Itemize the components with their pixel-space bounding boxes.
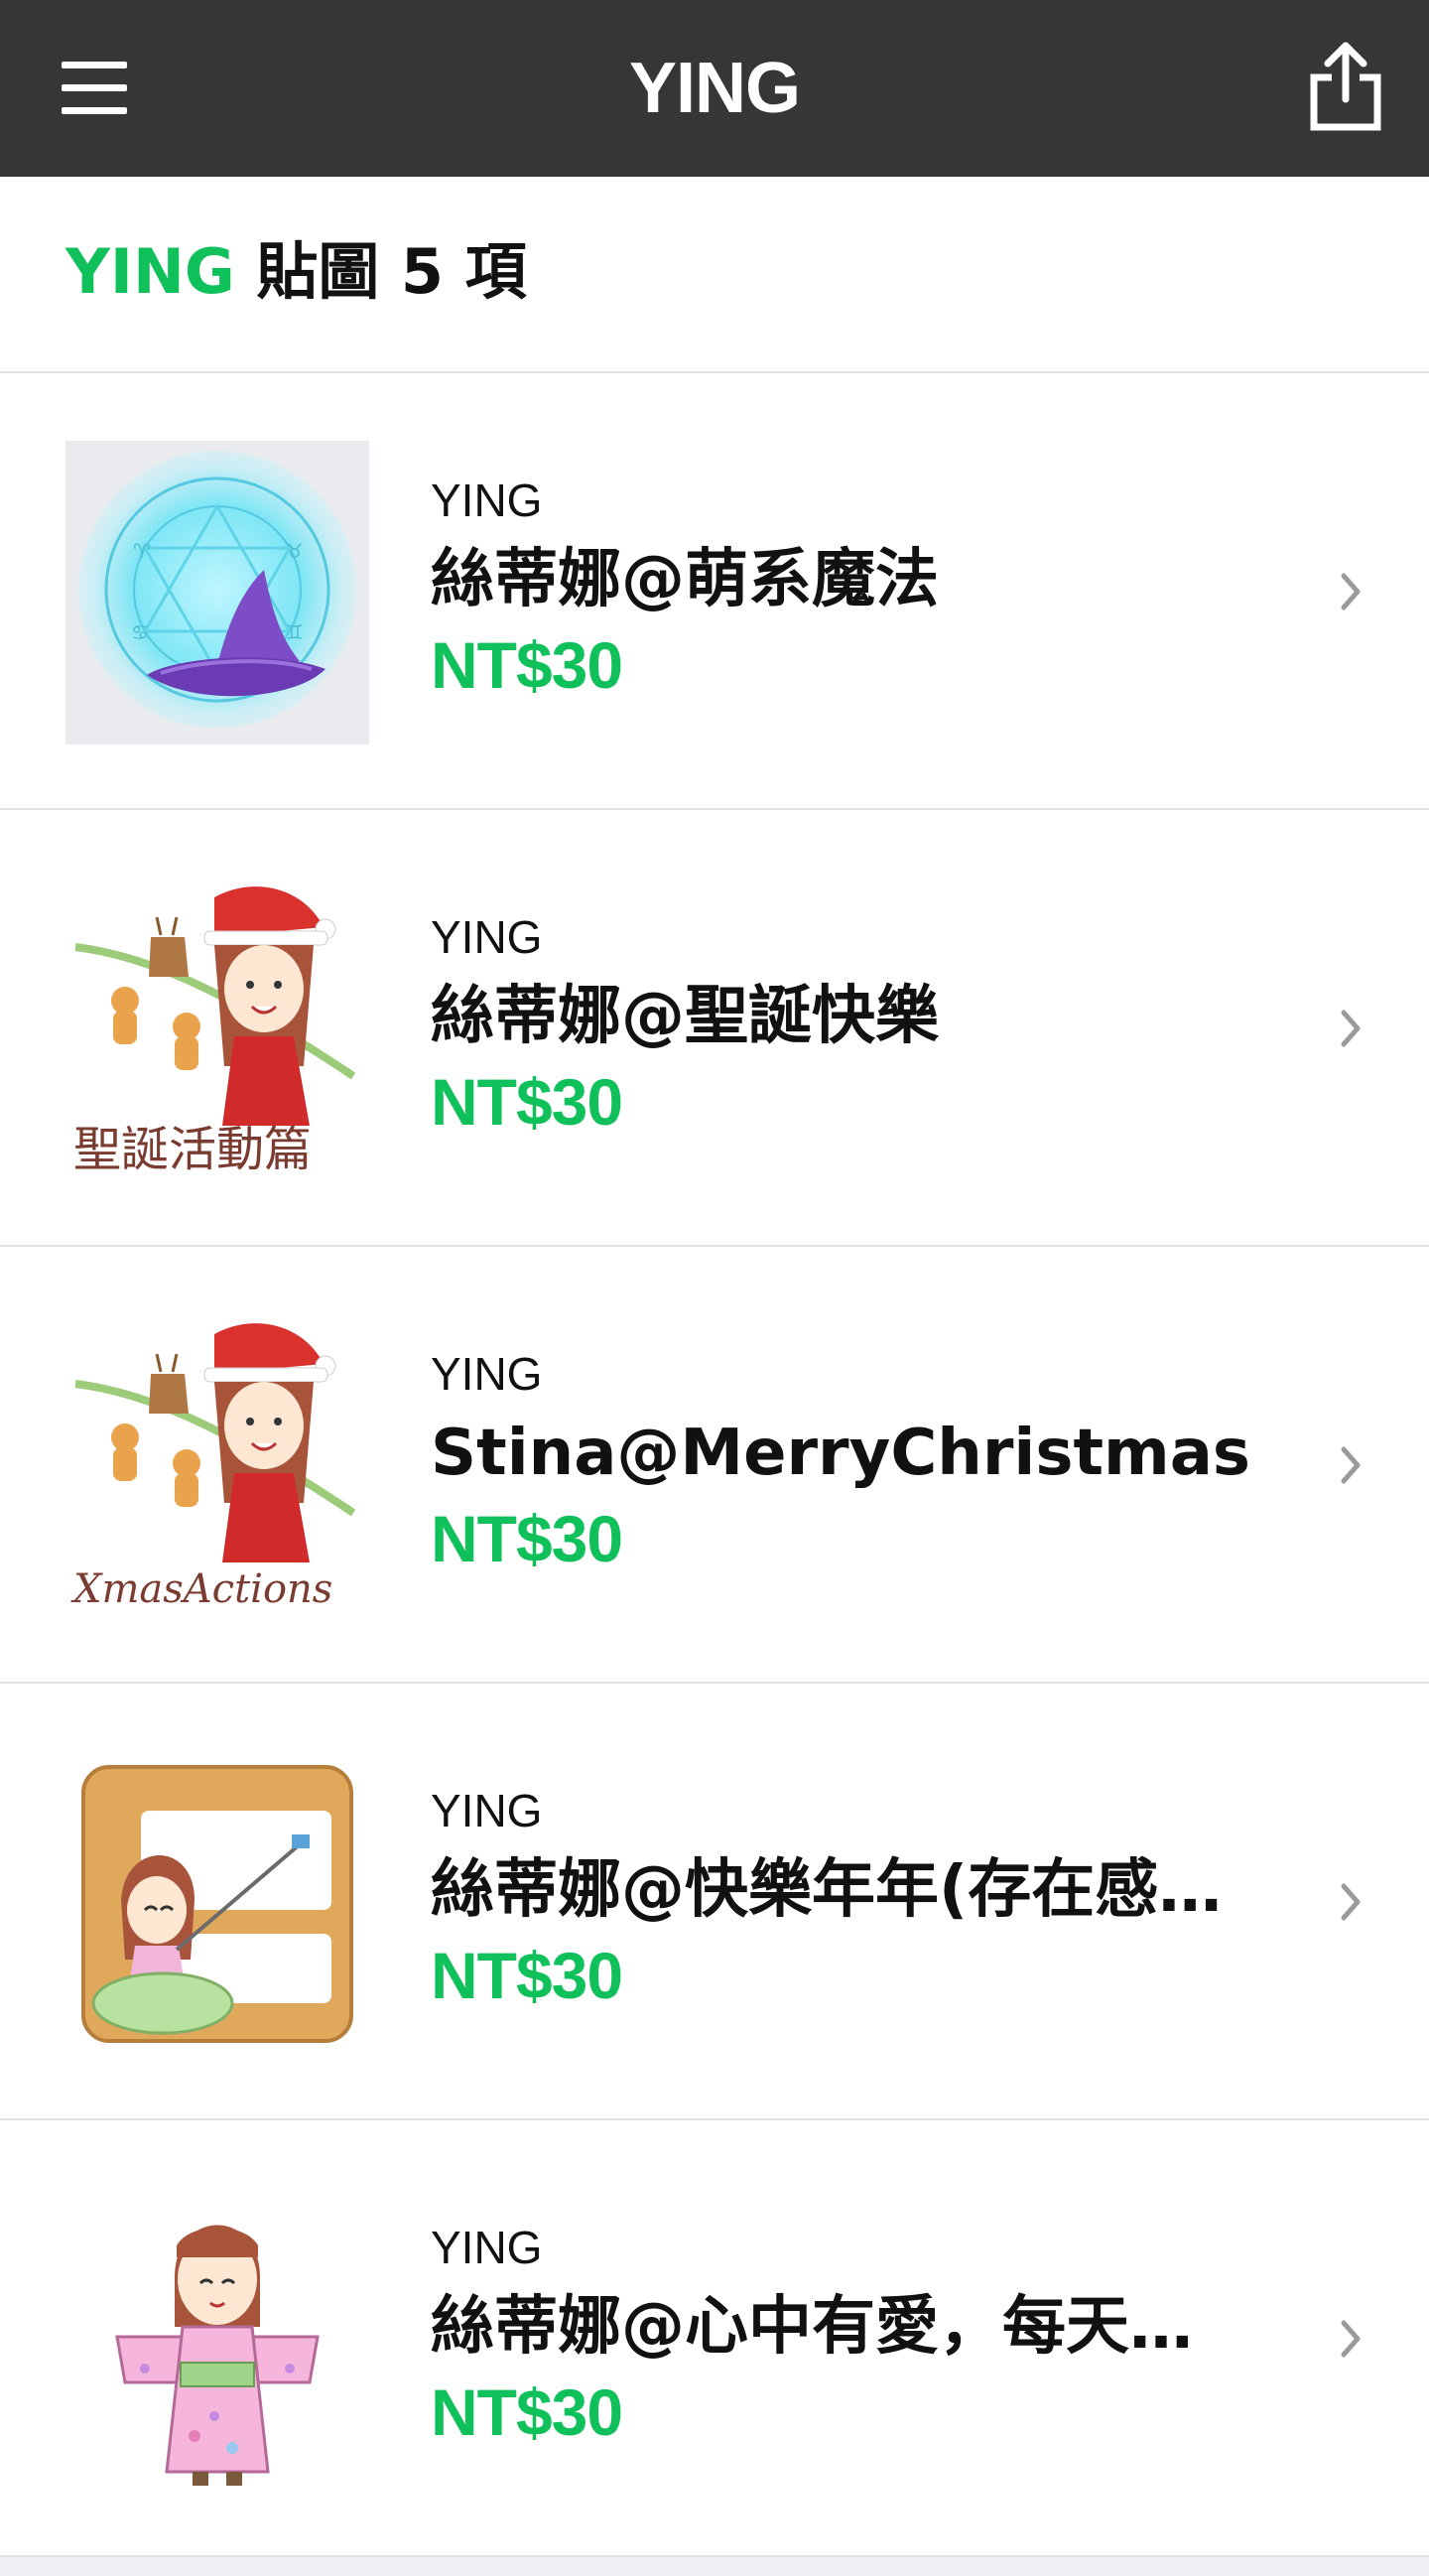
sticker-list: ♈ ♉ ♊ ♋ YING 絲蒂娜@萌系魔法 NT$30 聖誕活動篇 YING 絲… bbox=[0, 373, 1429, 2557]
chevron-right-icon bbox=[1341, 1010, 1361, 1047]
sticker-thumbnail-kimono-girl bbox=[65, 2188, 369, 2492]
item-author: YING bbox=[431, 1785, 543, 1836]
svg-text:♈: ♈ bbox=[133, 539, 151, 563]
top-bar: YING bbox=[0, 0, 1429, 177]
sticker-thumbnail-selfie-frame bbox=[65, 1751, 369, 2055]
item-price: NT$30 bbox=[431, 2375, 623, 2449]
item-title: Stina@MerryChristmas bbox=[431, 1417, 1250, 1490]
item-title: 絲蒂娜@聖誕快樂 bbox=[431, 980, 939, 1053]
list-item[interactable]: YING 絲蒂娜@心中有愛，每天… NT$30 bbox=[0, 2120, 1429, 2557]
item-title: 絲蒂娜@萌系魔法 bbox=[431, 543, 939, 616]
page-title: YING bbox=[628, 49, 801, 128]
svg-text:♋: ♋ bbox=[131, 620, 149, 644]
item-price: NT$30 bbox=[431, 1065, 623, 1139]
item-title: 絲蒂娜@心中有愛，每天… bbox=[431, 2290, 1193, 2364]
item-price: NT$30 bbox=[431, 628, 623, 702]
item-author: YING bbox=[431, 911, 543, 963]
chevron-right-icon bbox=[1341, 573, 1361, 610]
svg-text:♊: ♊ bbox=[286, 620, 304, 644]
summary-author[interactable]: YING bbox=[65, 235, 235, 308]
share-icon[interactable] bbox=[1306, 40, 1385, 135]
app-root: YING YING 貼圖 5 項 ♈ ♉ ♊ ♋ YING 絲蒂娜@萌系魔法 N… bbox=[0, 0, 1429, 2576]
summary-line: YING 貼圖 5 項 bbox=[65, 232, 527, 312]
list-item[interactable]: XmasActions YING Stina@MerryChristmas NT… bbox=[0, 1247, 1429, 1684]
sticker-thumbnail-christmas-girl: XmasActions bbox=[65, 1314, 369, 1618]
bottom-edge bbox=[0, 2557, 1429, 2576]
item-price: NT$30 bbox=[431, 1939, 623, 2012]
item-price: NT$30 bbox=[431, 1502, 623, 1575]
result-summary: YING 貼圖 5 項 bbox=[0, 177, 1429, 373]
item-author: YING bbox=[431, 475, 543, 526]
thumbnail-caption: 聖誕活動篇 bbox=[73, 1122, 312, 1177]
list-item[interactable]: 聖誕活動篇 YING 絲蒂娜@聖誕快樂 NT$30 bbox=[0, 810, 1429, 1247]
sticker-thumbnail-witch-hat: ♈ ♉ ♊ ♋ bbox=[65, 441, 369, 745]
svg-text:♉: ♉ bbox=[286, 539, 304, 563]
chevron-right-icon bbox=[1341, 2320, 1361, 2358]
chevron-right-icon bbox=[1341, 1446, 1361, 1484]
chevron-right-icon bbox=[1341, 1883, 1361, 1921]
list-item[interactable]: YING 絲蒂娜@快樂年年(存在感… NT$30 bbox=[0, 1684, 1429, 2120]
item-author: YING bbox=[431, 1348, 543, 1400]
item-title: 絲蒂娜@快樂年年(存在感… bbox=[431, 1853, 1223, 1927]
list-item[interactable]: ♈ ♉ ♊ ♋ YING 絲蒂娜@萌系魔法 NT$30 bbox=[0, 373, 1429, 810]
item-author: YING bbox=[431, 2222, 543, 2273]
hamburger-menu-icon[interactable] bbox=[62, 62, 127, 115]
thumbnail-caption: XmasActions bbox=[70, 1566, 332, 1612]
sticker-thumbnail-christmas-girl: 聖誕活動篇 bbox=[65, 878, 369, 1181]
summary-count-text: 貼圖 5 項 bbox=[256, 235, 527, 308]
